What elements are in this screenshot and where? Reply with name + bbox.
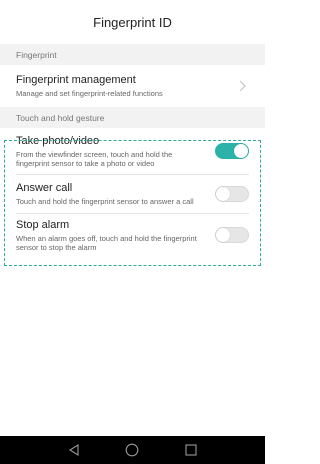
take-photo-texts: Take photo/video From the viewfinder scr…	[16, 135, 215, 168]
fingerprint-settings-screen: Fingerprint ID Fingerprint Fingerprint m…	[0, 0, 265, 464]
answer-call-toggle[interactable]	[215, 186, 249, 202]
page-title: Fingerprint ID	[93, 14, 172, 30]
back-icon[interactable]	[64, 440, 84, 460]
answer-call-title: Answer call	[16, 182, 73, 194]
take-photo-toggle[interactable]	[215, 143, 249, 159]
section-header-label: Fingerprint	[16, 49, 57, 60]
home-icon[interactable]	[122, 440, 142, 460]
chevron-right-icon	[235, 76, 249, 96]
stop-alarm-title: Stop alarm	[16, 218, 70, 231]
take-photo-description: From the viewfinder screen, touch and ho…	[16, 149, 173, 168]
toggle-knob	[216, 187, 230, 201]
toggle-knob	[216, 228, 230, 242]
answer-call-item[interactable]: Answer call Touch and hold the fingerpri…	[0, 175, 265, 213]
title-bar: Fingerprint ID	[0, 0, 265, 44]
answer-call-description: Touch and hold the fingerprint sensor to…	[16, 197, 194, 206]
stop-alarm-texts: Stop alarm When an alarm goes off, touch…	[16, 219, 215, 252]
fingerprint-management-texts: Fingerprint management Manage and set fi…	[16, 74, 235, 98]
take-photo-item[interactable]: Take photo/video From the viewfinder scr…	[0, 128, 265, 174]
section-header-fingerprint: Fingerprint	[0, 44, 265, 65]
fingerprint-management-title: Fingerprint management	[16, 74, 136, 86]
section-header-gesture: Touch and hold gesture	[0, 107, 265, 128]
stop-alarm-description: When an alarm goes off, touch and hold t…	[16, 233, 197, 252]
fingerprint-management-description: Manage and set fingerprint-related funct…	[16, 89, 163, 98]
recents-icon[interactable]	[181, 440, 201, 460]
toggle-knob	[234, 144, 248, 158]
section-header-label: Touch and hold gesture	[16, 112, 105, 123]
fingerprint-management-item[interactable]: Fingerprint management Manage and set fi…	[0, 65, 265, 107]
take-photo-title: Take photo/video	[16, 134, 100, 147]
stop-alarm-toggle[interactable]	[215, 227, 249, 243]
stop-alarm-item[interactable]: Stop alarm When an alarm goes off, touch…	[0, 214, 265, 256]
navigation-bar	[0, 436, 265, 464]
answer-call-texts: Answer call Touch and hold the fingerpri…	[16, 182, 215, 206]
